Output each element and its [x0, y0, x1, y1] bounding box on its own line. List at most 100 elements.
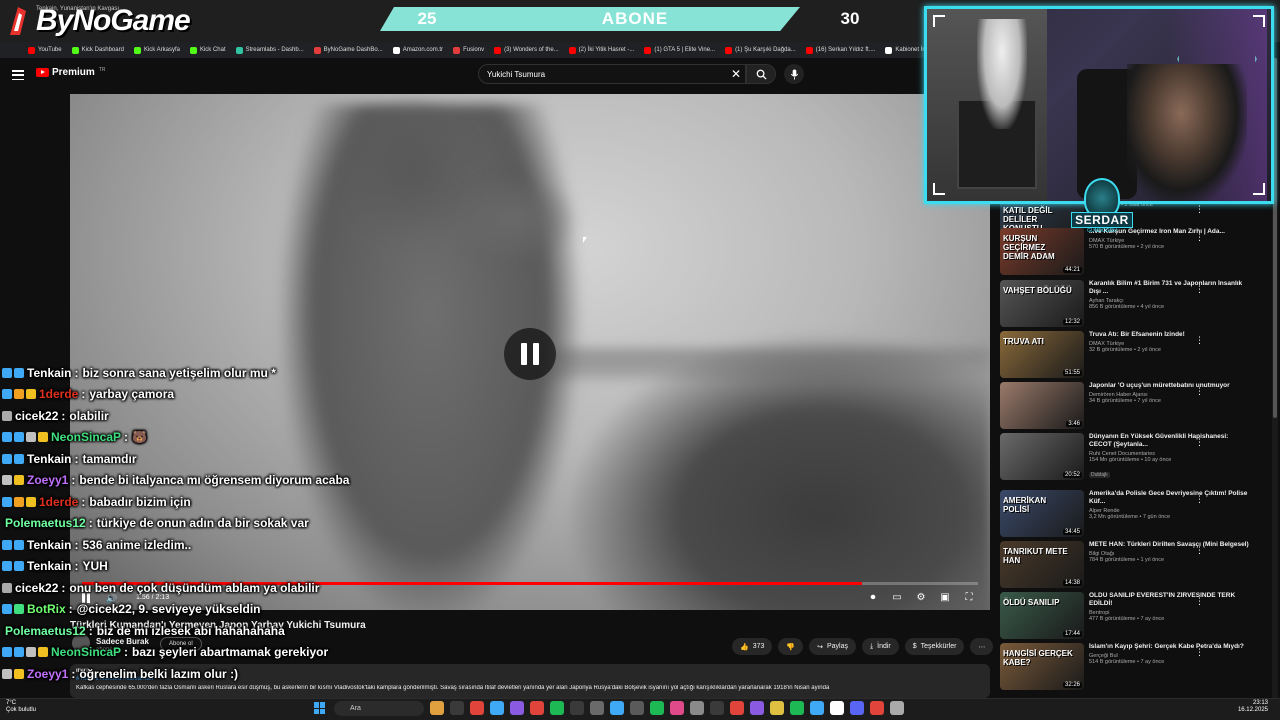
bookmark-item[interactable]: ByNoGame DashBo... — [313, 46, 383, 54]
recommended-video[interactable]: HANGİSİ GERÇEK KABE? 32:26 İslam'ın Kayıp … — [1000, 643, 1270, 693]
chat-username[interactable]: Zoeyy1 — [27, 667, 68, 681]
video-thumbnail[interactable]: HANGİSİ GERÇEK KABE? 32:26 — [1000, 643, 1084, 690]
more-vertical-icon[interactable]: ⋮ — [1195, 596, 1204, 607]
more-vertical-icon[interactable]: ⋮ — [1195, 386, 1204, 397]
recommended-video-title[interactable]: Karanlık Bilim #1 Birim 731 ve Japonları… — [1089, 280, 1249, 296]
youtube-logo[interactable]: Premium TR — [36, 67, 105, 78]
recommended-video-title[interactable]: Japonlar 'O uçuş'un mürettebatını unutmu… — [1089, 382, 1249, 390]
taskbar-app-icon[interactable] — [830, 701, 844, 715]
chat-username[interactable]: Tenkain — [27, 559, 71, 573]
recommended-video-title[interactable]: Truva Atı: Bir Efsanenin İzinde! — [1089, 331, 1249, 339]
chat-username[interactable]: 1derde — [39, 495, 78, 509]
video-thumbnail[interactable]: 20:52 — [1000, 433, 1084, 480]
taskbar-app-icon[interactable] — [430, 701, 444, 715]
bookmark-item[interactable]: Amazon.com.tr — [392, 46, 443, 54]
more-vertical-icon[interactable]: ⋮ — [1195, 204, 1204, 215]
bookmark-item[interactable]: YouTube — [28, 46, 62, 54]
fullscreen-icon[interactable]: ⛶ — [962, 590, 976, 604]
taskbar-app-icon[interactable] — [690, 701, 704, 715]
chat-username[interactable]: Zoeyy1 — [27, 473, 68, 487]
browser-tab-title[interactable]: Tenkain, Yunanistan'ın Kavgası... — [36, 6, 124, 12]
hamburger-menu-icon[interactable] — [12, 70, 24, 80]
like-button[interactable]: 👍 373 — [732, 638, 773, 655]
chat-username[interactable]: Polemaetus12 — [5, 516, 86, 530]
more-vertical-icon[interactable]: ⋮ — [1195, 494, 1204, 505]
more-vertical-icon[interactable]: ⋮ — [1195, 647, 1204, 658]
share-button[interactable]: ↪ Paylaş — [809, 638, 857, 655]
pause-indicator-icon[interactable] — [504, 328, 556, 380]
taskbar-app-icon[interactable] — [670, 701, 684, 715]
video-thumbnail[interactable]: 3:46 — [1000, 382, 1084, 429]
taskbar-app-icon[interactable] — [770, 701, 784, 715]
bookmark-item[interactable]: (1) GTA 5 | Elite Vine... — [644, 46, 715, 54]
taskbar-app-icon[interactable] — [550, 701, 564, 715]
video-thumbnail[interactable]: ÖLDÜ SANILIP 17:44 — [1000, 592, 1084, 639]
theater-mode-icon[interactable]: ▣ — [938, 590, 952, 604]
more-actions-button[interactable]: ⋯ — [970, 638, 994, 655]
chat-username[interactable]: 1derde — [39, 387, 78, 401]
bookmark-item[interactable]: Fusionv — [453, 46, 484, 54]
video-thumbnail[interactable]: AMERİKAN POLİSİ 34:45 — [1000, 490, 1084, 537]
recommended-video-title[interactable]: Amerika'da Polisle Gece Devriyesine Çıkt… — [1089, 490, 1249, 506]
taskbar-app-icon[interactable] — [610, 701, 624, 715]
taskbar-app-icon[interactable] — [710, 701, 724, 715]
taskbar-app-icon[interactable] — [510, 701, 524, 715]
more-vertical-icon[interactable]: ⋮ — [1195, 437, 1204, 448]
taskbar-app-icon[interactable] — [850, 701, 864, 715]
more-vertical-icon[interactable]: ⋮ — [1195, 545, 1204, 556]
bookmark-item[interactable]: Kick Dashboard — [71, 46, 124, 54]
bookmark-item[interactable]: (1) Şu Karşıki Dağda... — [725, 46, 796, 54]
taskbar-app-icon[interactable] — [750, 701, 764, 715]
search-button[interactable] — [746, 64, 776, 84]
taskbar-app-icon[interactable] — [730, 701, 744, 715]
search-input[interactable] — [487, 69, 727, 79]
search-box[interactable] — [478, 64, 746, 84]
recommended-video[interactable]: TRUVA ATI 51:55 Truva Atı: Bir Efsanenin İ… — [1000, 331, 1270, 381]
chat-username[interactable]: Tenkain — [27, 538, 71, 552]
chat-username[interactable]: NeonSincaP — [51, 430, 121, 444]
video-thumbnail[interactable]: TRUVA ATI 51:55 — [1000, 331, 1084, 378]
download-button[interactable]: ⤓ İndir — [862, 638, 899, 655]
taskbar-app-icon[interactable] — [590, 701, 604, 715]
taskbar-app-icon[interactable] — [890, 701, 904, 715]
recommended-video-title[interactable]: Dünyanın En Yüksek Güvenlikli Hapishanes… — [1089, 433, 1249, 449]
taskbar-app-icon[interactable] — [450, 701, 464, 715]
recommended-video[interactable]: ÖLDÜ SANILIP 17:44 ÖLDÜ SANILIP EVEREST'İN… — [1000, 592, 1270, 642]
more-vertical-icon[interactable]: ⋮ — [1195, 232, 1204, 243]
clear-search-icon[interactable]: ✕ — [731, 67, 741, 81]
taskbar-search[interactable]: Ara — [334, 701, 424, 716]
chat-username[interactable]: cicek22 — [15, 409, 58, 423]
bookmark-item[interactable]: Streamlabs - Dashb... — [235, 46, 304, 54]
bookmark-item[interactable]: (2) İki Yitik Hasret -... — [568, 46, 634, 54]
taskbar-app-icon[interactable] — [530, 701, 544, 715]
chat-username[interactable]: Tenkain — [27, 366, 71, 380]
recommended-video[interactable]: VAHŞET BÖLÜĞÜ 12:32 Karanlık Bilim #1 Biri… — [1000, 280, 1270, 330]
taskbar-app-icon[interactable] — [810, 701, 824, 715]
autoplay-toggle-icon[interactable]: ⏺ — [866, 590, 880, 604]
taskbar-app-icon[interactable] — [470, 701, 484, 715]
recommended-video[interactable]: KURŞUN GEÇİRMEZ DEMİR ADAM 44:21 ...ve Kur… — [1000, 228, 1270, 278]
taskbar-app-icon[interactable] — [490, 701, 504, 715]
bookmark-item[interactable]: Kick Chat — [189, 46, 226, 54]
chat-username[interactable]: cicek22 — [15, 581, 58, 595]
chat-username[interactable]: Polemaetus12 — [5, 624, 86, 638]
bookmark-item[interactable]: Kick Arkasyfa — [133, 46, 180, 54]
more-vertical-icon[interactable]: ⋮ — [1195, 284, 1204, 295]
taskbar-app-icon[interactable] — [630, 701, 644, 715]
taskbar-app-icon[interactable] — [870, 701, 884, 715]
recommended-video[interactable]: 20:52 Dünyanın En Yüksek Güvenlikli Hapis… — [1000, 433, 1270, 483]
recommended-video[interactable]: AMERİKAN POLİSİ 34:45 Amerika'da Polisle G… — [1000, 490, 1270, 540]
windows-start-icon[interactable] — [314, 702, 326, 714]
video-thumbnail[interactable]: VAHŞET BÖLÜĞÜ 12:32 — [1000, 280, 1084, 327]
taskbar-app-icon[interactable] — [650, 701, 664, 715]
bookmark-item[interactable]: (16) Serkan Yıldız ft.... — [805, 46, 875, 54]
taskbar-clock[interactable]: 23:13 16.12.2025 — [1226, 700, 1268, 714]
chat-username[interactable]: NeonSincaP — [51, 645, 121, 659]
video-thumbnail[interactable]: TANRIKUT METE HAN 14:38 — [1000, 541, 1084, 588]
settings-gear-icon[interactable]: ⚙ — [914, 590, 928, 604]
taskbar-app-icon[interactable] — [570, 701, 584, 715]
bookmark-item[interactable]: (3) Wonders of the... — [494, 46, 559, 54]
subtitles-icon[interactable]: ▭ — [890, 590, 904, 604]
recommended-video[interactable]: TANRIKUT METE HAN 14:38 METE HAN: Türkleri… — [1000, 541, 1270, 591]
more-vertical-icon[interactable]: ⋮ — [1195, 335, 1204, 346]
